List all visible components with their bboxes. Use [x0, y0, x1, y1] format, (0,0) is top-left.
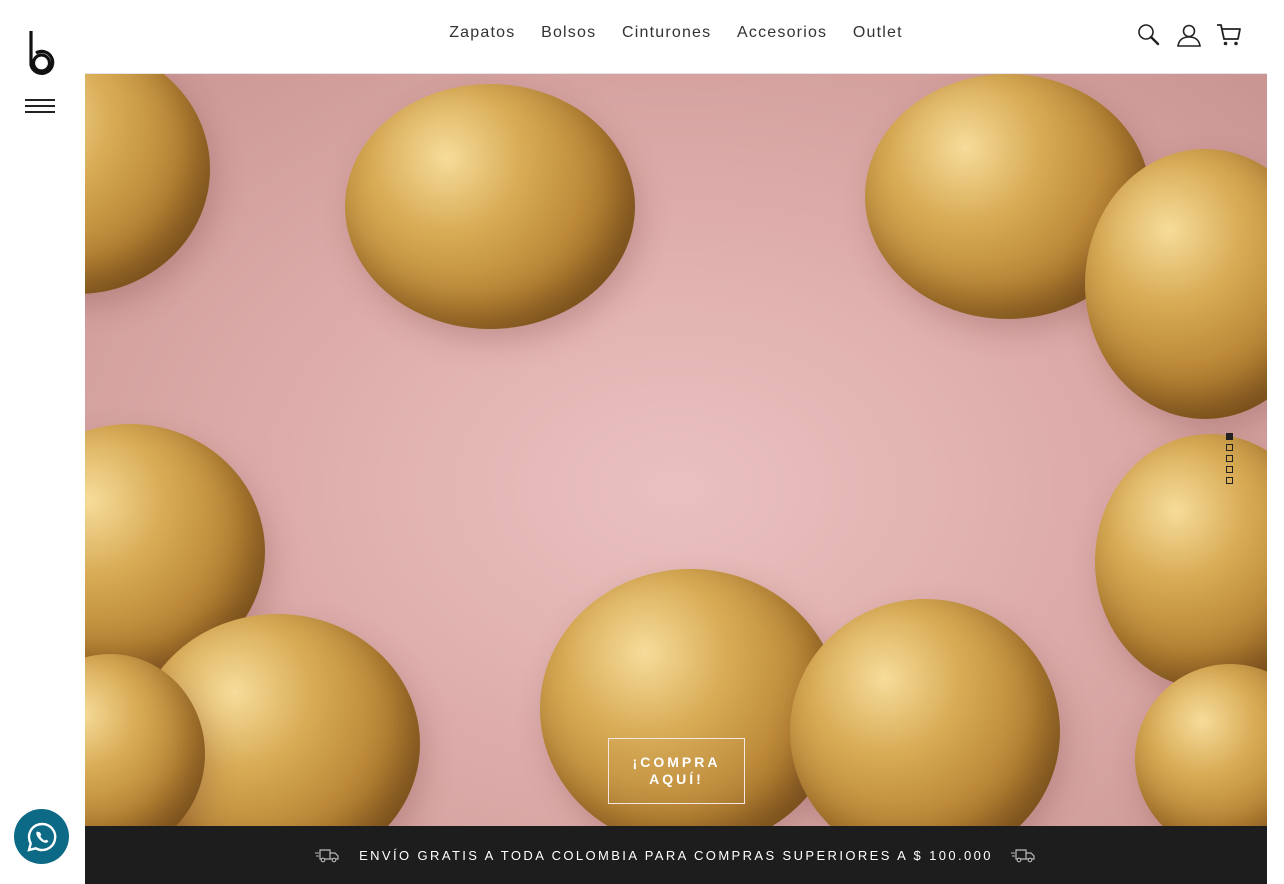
nav-item-accesorios[interactable]: Accesorios — [737, 24, 827, 42]
slide-dot[interactable] — [1226, 433, 1233, 440]
delivery-truck-icon — [1010, 849, 1035, 863]
b-logo-icon[interactable] — [25, 29, 59, 77]
slide-dot[interactable] — [1226, 466, 1233, 473]
nav-item-bolsos[interactable]: Bolsos — [541, 24, 596, 42]
menu-hamburger-icon[interactable] — [25, 99, 55, 113]
gold-ball — [1135, 664, 1267, 826]
header-icons — [1136, 22, 1242, 48]
gold-ball — [85, 74, 210, 294]
cart-icon[interactable] — [1216, 22, 1242, 48]
left-sidebar — [0, 0, 85, 884]
free-shipping-bar: ENVÍO GRATIS A TODA COLOMBIA PARA COMPRA… — [85, 826, 1267, 884]
gold-ball — [790, 599, 1060, 826]
top-header: Zapatos Bolsos Cinturones Accesorios Out… — [85, 0, 1267, 74]
user-icon[interactable] — [1176, 22, 1202, 48]
nav-item-zapatos[interactable]: Zapatos — [449, 24, 515, 42]
nav-item-cinturones[interactable]: Cinturones — [622, 24, 711, 42]
slide-dot[interactable] — [1226, 455, 1233, 462]
gold-ball — [1095, 434, 1267, 689]
free-shipping-text: ENVÍO GRATIS A TODA COLOMBIA PARA COMPRA… — [359, 847, 993, 863]
hero-banner: ¡COMPRA AQUÍ! — [85, 74, 1267, 826]
main-nav: Zapatos Bolsos Cinturones Accesorios Out… — [85, 24, 1267, 42]
nav-item-outlet[interactable]: Outlet — [853, 24, 903, 42]
shop-now-button[interactable]: ¡COMPRA AQUÍ! — [608, 738, 745, 804]
slide-dot[interactable] — [1226, 444, 1233, 451]
delivery-truck-icon — [315, 849, 339, 863]
slide-dot[interactable] — [1226, 477, 1233, 484]
gold-ball — [345, 84, 635, 329]
slider-pagination — [1226, 433, 1234, 488]
whatsapp-icon — [26, 822, 56, 852]
search-icon[interactable] — [1136, 22, 1162, 48]
whatsapp-button[interactable] — [14, 809, 69, 864]
